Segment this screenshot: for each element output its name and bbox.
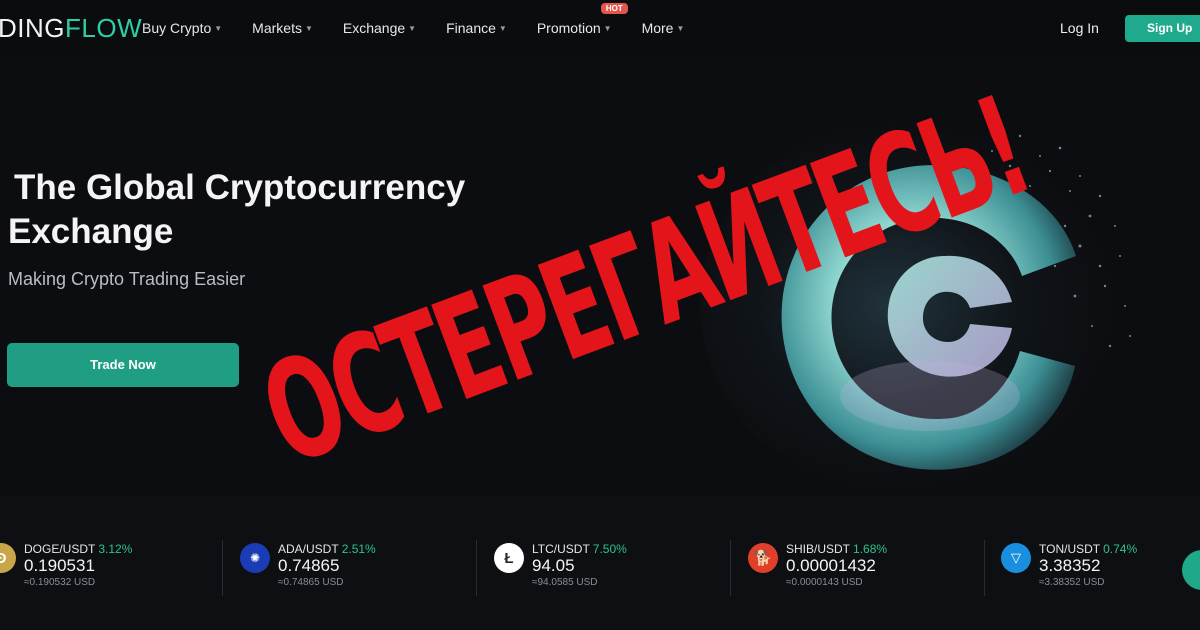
ltc-icon: Ł	[494, 543, 524, 573]
pair-label: LTC/USDT	[532, 542, 590, 556]
chevron-down-icon: ▼	[676, 24, 685, 33]
menu-label: Promotion	[536, 20, 601, 36]
login-link[interactable]: Log In	[1060, 20, 1099, 36]
chevron-down-icon: ▼	[214, 24, 223, 33]
menu-exchange[interactable]: Exchange ▼	[343, 20, 416, 36]
ticker-pair: SHIB/USDT 1.68%	[786, 542, 887, 556]
ticker-price: 0.74865	[278, 556, 340, 575]
menu-finance[interactable]: Finance ▼	[446, 20, 507, 36]
chevron-down-icon: ▼	[498, 24, 507, 33]
chevron-down-icon: ▼	[603, 24, 612, 33]
ticker-divider	[476, 540, 477, 596]
ticker-usd-value: ≈3.38352 USD	[1039, 577, 1105, 588]
change-percent: 1.68%	[853, 542, 888, 556]
pair-label: ADA/USDT	[278, 542, 339, 556]
hot-badge: HOT	[600, 3, 628, 14]
ticker-divider	[730, 540, 731, 596]
shib-icon: 🐕	[748, 543, 778, 573]
doge-icon: Ð	[0, 543, 16, 573]
ticker-pair: LTC/USDT 7.50%	[532, 542, 627, 556]
menu-buy-crypto[interactable]: Buy Crypto ▼	[142, 20, 222, 36]
menu-markets[interactable]: Markets ▼	[252, 20, 313, 36]
menu-label: Buy Crypto	[142, 20, 212, 36]
change-percent: 0.74%	[1103, 542, 1138, 556]
menu-label: More	[641, 20, 674, 36]
pair-label: SHIB/USDT	[786, 542, 851, 556]
menu-label: Finance	[446, 20, 496, 36]
main-menu: Buy Crypto ▼ Markets ▼ Exchange ▼ Finance ▼ …	[142, 0, 714, 56]
change-percent: 7.50%	[592, 542, 627, 556]
chevron-down-icon: ▼	[304, 24, 313, 33]
hero-title: The Global Cryptocurrency Exchange	[8, 166, 528, 254]
ticker-price: 94.05	[532, 556, 575, 575]
ticker-pair: ADA/USDT 2.51%	[278, 542, 376, 556]
menu-more[interactable]: More ▼	[642, 20, 685, 36]
ticker-usd-value: ≈0.190532 USD	[24, 577, 96, 588]
menu-label: Markets	[252, 20, 302, 36]
ticker-pair: TON/USDT 0.74%	[1039, 542, 1137, 556]
ticker-price: 3.38352	[1039, 556, 1101, 575]
ticker-divider	[984, 540, 985, 596]
chevron-down-icon: ▼	[408, 24, 417, 33]
hero-title-line1: The Global Cryptocurrency	[14, 168, 466, 207]
ton-icon: ▽	[1001, 543, 1031, 573]
brand-logo[interactable]: DINGFLOW	[0, 13, 142, 44]
ticker-usd-value: ≈94.0585 USD	[532, 577, 598, 588]
ada-icon: ✺	[240, 543, 270, 573]
hero-subtitle: Making Crypto Trading Easier	[8, 269, 246, 289]
menu-promotion[interactable]: Promotion ▼ HOT	[536, 3, 628, 36]
brand-logo-part2: FLOW	[65, 13, 143, 43]
pair-label: TON/USDT	[1039, 542, 1101, 556]
menu-label: Exchange	[342, 20, 406, 36]
hero-title-line2: Exchange	[8, 212, 174, 251]
ticker-usd-value: ≈0.0000143 USD	[786, 577, 863, 588]
top-navbar: DINGFLOW Buy Crypto ▼ Markets ▼ Exchange ▼ …	[0, 0, 1200, 56]
ticker-usd-value: ≈0.74865 USD	[278, 577, 344, 588]
ticker-divider	[222, 540, 223, 596]
change-percent: 2.51%	[341, 542, 376, 556]
ticker-price: 0.00001432	[786, 556, 876, 575]
brand-logo-part1: DING	[0, 13, 65, 43]
